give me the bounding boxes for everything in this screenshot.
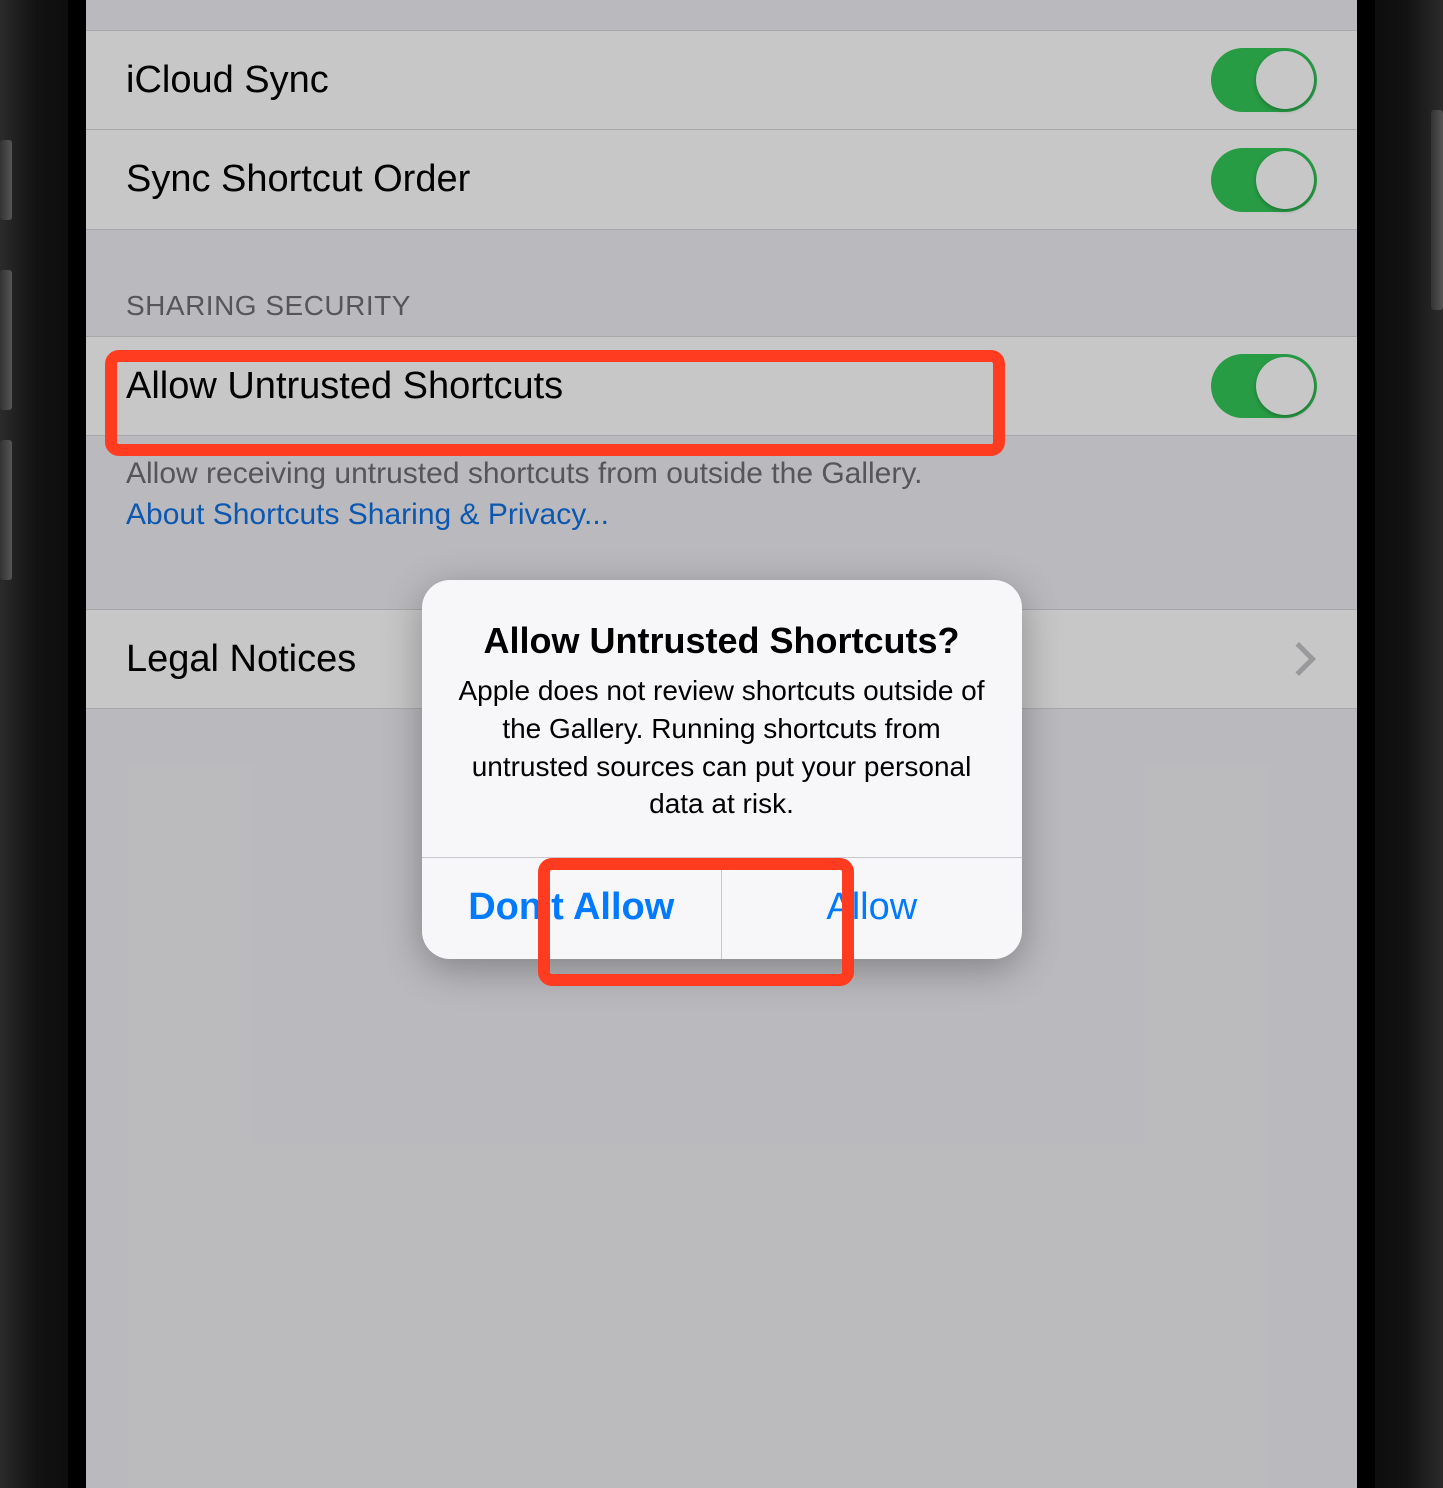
phone-power-button bbox=[1431, 110, 1443, 310]
icloud-sync-row[interactable]: iCloud Sync bbox=[86, 30, 1357, 130]
alert-title: Allow Untrusted Shortcuts? bbox=[456, 620, 988, 662]
phone-volume-down-button bbox=[0, 440, 12, 580]
allow-untrusted-row[interactable]: Allow Untrusted Shortcuts bbox=[86, 336, 1357, 436]
alert-allow-button[interactable]: Allow bbox=[721, 858, 1022, 959]
alert-dont-allow-button[interactable]: Don't Allow bbox=[422, 858, 722, 959]
allow-untrusted-toggle[interactable] bbox=[1211, 354, 1317, 418]
sync-settings-group: iCloud Sync Sync Shortcut Order bbox=[86, 30, 1357, 230]
legal-notices-label: Legal Notices bbox=[126, 638, 356, 681]
alert-message: Apple does not review shortcuts outside … bbox=[456, 672, 988, 823]
sharing-security-footer-text: Allow receiving untrusted shortcuts from… bbox=[126, 457, 922, 490]
sync-order-label: Sync Shortcut Order bbox=[126, 158, 470, 201]
sharing-privacy-link[interactable]: About Shortcuts Sharing & Privacy... bbox=[126, 498, 609, 531]
phone-bezel-left bbox=[68, 0, 86, 1488]
sync-order-toggle[interactable] bbox=[1211, 148, 1317, 212]
phone-mute-switch bbox=[0, 140, 12, 220]
sync-order-row[interactable]: Sync Shortcut Order bbox=[86, 130, 1357, 230]
settings-screen: iCloud Sync Sync Shortcut Order SHARING … bbox=[86, 0, 1357, 1488]
allow-untrusted-alert: Allow Untrusted Shortcuts? Apple does no… bbox=[422, 580, 1022, 959]
sharing-security-group: Allow Untrusted Shortcuts bbox=[86, 336, 1357, 436]
phone-volume-up-button bbox=[0, 270, 12, 410]
chevron-right-icon bbox=[1282, 642, 1316, 676]
alert-button-row: Don't Allow Allow bbox=[422, 857, 1022, 959]
icloud-sync-label: iCloud Sync bbox=[126, 59, 329, 102]
sharing-security-footer: Allow receiving untrusted shortcuts from… bbox=[86, 436, 1357, 535]
icloud-sync-toggle[interactable] bbox=[1211, 48, 1317, 112]
allow-untrusted-label: Allow Untrusted Shortcuts bbox=[126, 365, 563, 408]
sharing-security-header: SHARING SECURITY bbox=[86, 230, 1357, 336]
phone-bezel-right bbox=[1357, 0, 1375, 1488]
